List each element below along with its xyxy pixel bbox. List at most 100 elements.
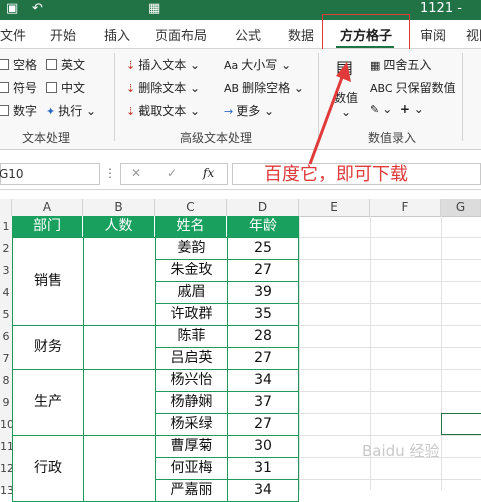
delete-spaces-icon: AB <box>224 82 240 95</box>
name-cell[interactable]: 戚眉 <box>155 281 228 304</box>
column-header-c[interactable]: C <box>155 199 227 216</box>
row-header[interactable]: 13 <box>0 484 14 497</box>
name-cell[interactable]: 陈菲 <box>155 325 228 348</box>
tab-home[interactable]: 开始 <box>50 25 76 44</box>
name-cell[interactable]: 姜韵 <box>155 237 228 260</box>
age-cell[interactable]: 34 <box>227 479 299 502</box>
group-label-numeric: 数值录入 <box>368 131 417 145</box>
row-header[interactable]: 12 <box>0 462 14 475</box>
ribbon: 空格 英文 符号 中文 数字 ✦ 执行 ⌄ 文本处理 ⇣ 插入文本 ⌄ ⇣ 删除文本 … <box>0 49 481 150</box>
delete-text-button[interactable]: ⇣ 删除文本 ⌄ <box>126 79 200 96</box>
name-cell[interactable]: 吕启英 <box>155 347 228 370</box>
count-cell[interactable] <box>83 325 156 370</box>
age-cell[interactable]: 31 <box>227 457 299 480</box>
row-header[interactable]: 10 <box>0 418 14 431</box>
tab-view[interactable]: 视图 <box>466 25 481 44</box>
case-button[interactable]: Aa 大小写 ⌄ <box>224 56 291 73</box>
checkbox-symbol[interactable]: 符号 <box>0 79 37 96</box>
dept-cell[interactable]: 行政 <box>12 435 84 502</box>
header-cell-count[interactable]: 人数 <box>83 216 155 237</box>
group-label-advanced-text: 高级文本处理 <box>180 131 253 145</box>
insert-text-icon: ⇣ <box>126 59 136 72</box>
column-header-b[interactable]: B <box>83 199 155 216</box>
confirm-icon[interactable]: ✓ <box>167 166 177 180</box>
name-cell[interactable]: 朱金玫 <box>155 259 228 282</box>
column-header-g[interactable]: G <box>441 199 481 216</box>
save-icon[interactable]: ▣ <box>6 1 18 16</box>
row-header[interactable]: 4 <box>0 286 12 299</box>
column-header-f[interactable]: F <box>370 199 441 216</box>
keep-values-button[interactable]: ABC 只保留数值 <box>370 79 456 96</box>
dept-cell[interactable]: 生产 <box>12 369 84 436</box>
row-header[interactable]: 1 <box>0 220 12 233</box>
round-icon: ▦ <box>370 59 381 72</box>
fx-icon[interactable]: fx <box>203 166 214 180</box>
column-header-e[interactable]: E <box>299 199 370 216</box>
tab-page-layout[interactable]: 页面布局 <box>155 25 207 44</box>
name-cell[interactable]: 曹厚菊 <box>155 435 228 458</box>
tab-file[interactable]: 文件 <box>0 25 26 44</box>
age-cell[interactable]: 30 <box>227 435 299 458</box>
checkbox-icon <box>46 82 57 93</box>
name-cell[interactable]: 杨采绿 <box>155 413 228 436</box>
undo-icon[interactable]: ↶ <box>32 1 43 16</box>
tab-review[interactable]: 审阅 <box>420 25 446 44</box>
count-cell[interactable] <box>83 435 156 502</box>
row-header[interactable]: 7 <box>0 352 12 365</box>
row-header[interactable]: 8 <box>0 374 12 387</box>
age-cell[interactable]: 35 <box>227 303 299 326</box>
age-cell[interactable]: 34 <box>227 369 299 392</box>
row-header[interactable]: 11 <box>0 440 14 453</box>
checkbox-icon <box>46 59 57 70</box>
name-cell[interactable]: 严嘉丽 <box>155 479 228 502</box>
edit-icon: ✎ <box>370 103 380 116</box>
name-cell[interactable]: 杨兴怡 <box>155 369 228 392</box>
name-box[interactable]: G10 <box>0 163 100 185</box>
lightning-icon: ✦ <box>46 105 56 118</box>
age-cell[interactable]: 27 <box>227 413 299 436</box>
count-cell[interactable] <box>83 369 156 436</box>
tab-formulas[interactable]: 公式 <box>235 25 261 44</box>
grid-icon[interactable]: ▦ <box>148 1 160 16</box>
age-cell[interactable]: 25 <box>227 237 299 260</box>
name-cell[interactable]: 何亚梅 <box>155 457 228 480</box>
header-cell-age[interactable]: 年龄 <box>227 216 299 237</box>
name-cell[interactable]: 许政群 <box>155 303 228 326</box>
age-cell[interactable]: 39 <box>227 281 299 304</box>
column-header-a[interactable]: A <box>12 199 83 216</box>
delete-spaces-button[interactable]: AB 删除空格 ⌄ <box>224 79 304 96</box>
insert-text-button[interactable]: ⇣ 插入文本 ⌄ <box>126 56 200 73</box>
extract-text-button[interactable]: ⇣ 截取文本 ⌄ <box>126 102 200 119</box>
checkbox-chinese[interactable]: 中文 <box>46 79 85 96</box>
selected-cell[interactable] <box>441 413 481 435</box>
select-all-corner[interactable] <box>0 199 12 216</box>
header-cell-dept[interactable]: 部门 <box>12 216 83 237</box>
checkbox-space[interactable]: 空格 <box>0 56 37 73</box>
column-header-d[interactable]: D <box>227 199 299 216</box>
row-header[interactable]: 3 <box>0 264 12 277</box>
age-cell[interactable]: 27 <box>227 347 299 370</box>
count-cell[interactable] <box>83 237 156 326</box>
row-header[interactable]: 6 <box>0 330 12 343</box>
tab-data[interactable]: 数据 <box>288 25 314 44</box>
execute-button[interactable]: ✦ 执行 ⌄ <box>46 102 96 119</box>
age-cell[interactable]: 37 <box>227 391 299 414</box>
row-header[interactable]: 5 <box>0 308 12 321</box>
edit-tools-button[interactable]: ✎ ⌄ + ⌄ <box>370 102 424 116</box>
tab-insert[interactable]: 插入 <box>104 25 130 44</box>
name-cell[interactable]: 杨静娴 <box>155 391 228 414</box>
more-options-icon[interactable]: ⋮ <box>104 166 116 180</box>
more-button[interactable]: → 更多 ⌄ <box>224 102 274 119</box>
header-cell-name[interactable]: 姓名 <box>155 216 227 237</box>
row-header[interactable]: 2 <box>0 242 12 255</box>
checkbox-english[interactable]: 英文 <box>46 56 85 73</box>
gridline <box>441 216 442 490</box>
age-cell[interactable]: 28 <box>227 325 299 348</box>
age-cell[interactable]: 27 <box>227 259 299 282</box>
dept-cell[interactable]: 销售 <box>12 237 84 326</box>
cancel-icon[interactable]: ✕ <box>131 166 141 180</box>
round-button[interactable]: ▦ 四舍五入 <box>370 56 431 73</box>
dept-cell[interactable]: 财务 <box>12 325 84 370</box>
checkbox-number[interactable]: 数字 <box>0 102 37 119</box>
row-header[interactable]: 9 <box>0 396 12 409</box>
